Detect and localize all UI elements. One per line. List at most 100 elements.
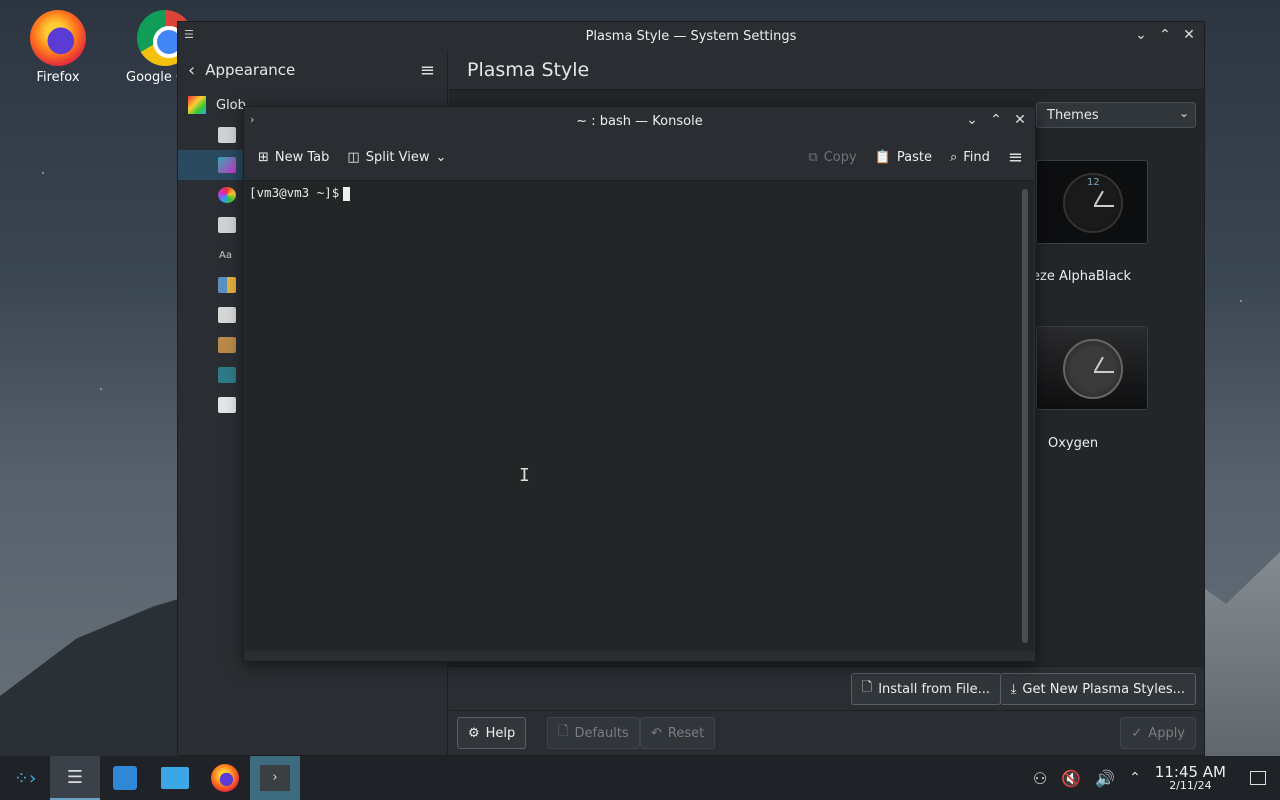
- defaults-button[interactable]: 🗋 Defaults: [547, 717, 640, 749]
- theme-name: Oxygen: [1048, 436, 1099, 451]
- clock-date: 2/11/24: [1169, 779, 1212, 793]
- konsole-icon: ›: [260, 765, 290, 791]
- icons-icon: [218, 277, 236, 293]
- muted-speaker-icon[interactable]: 🔇: [1061, 769, 1081, 788]
- minimize-icon[interactable]: ⌄: [1132, 26, 1150, 44]
- window-decorations-icon: [218, 217, 236, 233]
- hamburger-menu-icon[interactable]: ≡: [1008, 147, 1023, 168]
- paste-icon: 📋: [874, 150, 891, 165]
- volume-icon[interactable]: 🔊: [1095, 769, 1115, 788]
- konsole-window: › ~ : bash — Konsole ⌄ ⌃ ✕ ⊞ New Tab ◫ S…: [243, 106, 1036, 662]
- maximize-icon[interactable]: ⌃: [987, 111, 1005, 129]
- paste-button[interactable]: 📋 Paste: [875, 150, 932, 165]
- settings-titlebar[interactable]: ☰ Plasma Style — System Settings ⌄ ⌃ ✕: [178, 22, 1204, 50]
- cursors-icon: [218, 307, 236, 323]
- desktop-icon-firefox[interactable]: Firefox: [13, 10, 103, 85]
- close-icon[interactable]: ✕: [1180, 26, 1198, 44]
- clock-time: 11:45 AM: [1154, 762, 1226, 781]
- taskbar: ⁘› ☰ › ⚇ 🔇 🔊 ⌃ 11:45 AM 2/11/24: [0, 756, 1280, 800]
- terminal-area[interactable]: [vm3@vm3 ~]$ I: [245, 181, 1034, 651]
- maximize-icon[interactable]: ⌃: [1156, 26, 1174, 44]
- system-tray: ⚇ 🔇 🔊 ⌃ 11:45 AM 2/11/24: [1033, 756, 1280, 800]
- global-theme-icon: [188, 96, 206, 114]
- chevron-up-icon[interactable]: ⌃: [1129, 770, 1141, 786]
- text-cursor-icon: I: [519, 465, 530, 486]
- user-icon[interactable]: ⚇: [1033, 769, 1047, 788]
- hamburger-menu-icon[interactable]: ≡: [420, 60, 435, 81]
- minimize-icon[interactable]: ⌄: [963, 111, 981, 129]
- window-title: Plasma Style — System Settings: [585, 28, 797, 44]
- theme-card-alphablack[interactable]: 12: [1036, 160, 1148, 244]
- application-launcher[interactable]: ⁘›: [0, 756, 50, 800]
- sidebar-header: ‹ Appearance ≡: [178, 50, 447, 90]
- terminal-scrollbar[interactable]: [1022, 189, 1028, 643]
- task-discover[interactable]: [100, 756, 150, 800]
- new-tab-icon: ⊞: [258, 150, 269, 165]
- close-icon[interactable]: ✕: [1011, 111, 1029, 129]
- themes-filter-dropdown[interactable]: Themes ⌄: [1036, 102, 1196, 128]
- split-view-button[interactable]: ◫ Split View ⌄: [347, 150, 446, 165]
- button-label: Get New Plasma Styles...: [1022, 681, 1185, 697]
- find-button[interactable]: ⌕ Find: [950, 150, 990, 165]
- firefox-icon: [30, 10, 86, 66]
- desktop-star: [100, 388, 102, 390]
- button-label: Paste: [896, 150, 932, 165]
- button-label: Help: [485, 725, 516, 741]
- window-title: ~ : bash — Konsole: [576, 113, 703, 129]
- chevron-down-icon: ⌄: [1178, 106, 1189, 120]
- clock-preview-icon: [1063, 339, 1123, 399]
- clock-preview-icon: 12: [1063, 173, 1123, 233]
- font-management-icon: [218, 337, 236, 353]
- sidebar-item-label: Glob: [216, 97, 246, 113]
- search-icon: ⌕: [949, 150, 958, 165]
- terminal-prompt: [vm3@vm3 ~]$: [249, 185, 340, 200]
- file-icon: 🗋: [861, 680, 873, 695]
- firefox-icon: [211, 764, 239, 792]
- task-system-settings[interactable]: ☰: [50, 756, 100, 800]
- get-new-styles-button[interactable]: ⤓ Get New Plasma Styles...: [999, 673, 1196, 705]
- back-arrow-icon[interactable]: ‹: [188, 60, 195, 81]
- settings-actions-bar: 🗋 Install from File... ⤓ Get New Plasma …: [449, 666, 1204, 710]
- plasma-style-icon: [218, 157, 236, 173]
- clock-number: 12: [1087, 177, 1100, 188]
- download-icon: ⤓: [1010, 681, 1017, 697]
- split-view-icon: ◫: [347, 150, 360, 165]
- button-label: Apply: [1148, 725, 1185, 741]
- terminal-cursor: [343, 186, 351, 201]
- desktop-star: [42, 172, 44, 174]
- button-label: New Tab: [274, 150, 330, 165]
- reset-button[interactable]: ↶ Reset: [640, 717, 716, 749]
- install-from-file-button[interactable]: 🗋 Install from File...: [850, 673, 1001, 705]
- taskbar-clock[interactable]: 11:45 AM 2/11/24: [1155, 764, 1226, 793]
- undo-icon: ↶: [651, 725, 662, 741]
- theme-card-oxygen[interactable]: [1036, 326, 1148, 410]
- button-label: Install from File...: [878, 681, 990, 697]
- konsole-titlebar[interactable]: › ~ : bash — Konsole ⌄ ⌃ ✕: [244, 107, 1035, 135]
- launcher-icon: ⁘›: [13, 767, 37, 789]
- colors-icon: [218, 187, 236, 203]
- fonts-icon: Aa: [219, 249, 232, 261]
- defaults-icon: 🗋: [558, 724, 569, 739]
- button-label: Copy: [823, 150, 857, 165]
- copy-button[interactable]: ⧉ Copy: [808, 150, 856, 165]
- discover-store-icon: [113, 766, 137, 790]
- show-desktop-icon[interactable]: [1250, 771, 1266, 785]
- konsole-toolbar: ⊞ New Tab ◫ Split View ⌄ ⧉ Copy 📋 Paste …: [244, 135, 1035, 181]
- new-tab-button[interactable]: ⊞ New Tab: [258, 150, 329, 165]
- help-button[interactable]: ⚙ Help: [457, 717, 527, 749]
- button-label: Reset: [667, 725, 705, 741]
- button-label: Find: [963, 150, 990, 165]
- apply-button[interactable]: ✓ Apply: [1120, 717, 1196, 749]
- task-dolphin[interactable]: [150, 756, 200, 800]
- desktop-icon-label: Firefox: [36, 70, 80, 85]
- brush-icon: [218, 127, 236, 143]
- folder-icon: [161, 767, 189, 789]
- check-icon: ✓: [1131, 725, 1143, 741]
- chevron-down-icon: ⌄: [435, 150, 447, 165]
- sidebar-back-label[interactable]: Appearance: [205, 61, 295, 79]
- task-konsole[interactable]: ›: [250, 756, 300, 800]
- settings-footer: ⚙ Help 🗋 Defaults ↶ Reset ✓ Apply: [449, 710, 1204, 755]
- help-icon: ⚙: [468, 725, 480, 741]
- task-firefox[interactable]: [200, 756, 250, 800]
- button-label: Defaults: [574, 725, 629, 741]
